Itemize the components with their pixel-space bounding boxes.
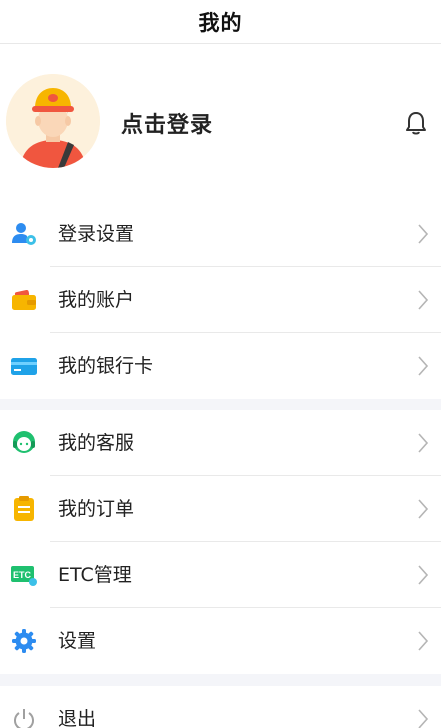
menu-item-my-account[interactable]: 我的账户	[0, 267, 441, 333]
my-page: 我的 点击登录 登录设置 我的账户 我的银行卡 我的客服 我的订单 ETC ET…	[0, 0, 441, 728]
profile-card: 点击登录	[0, 44, 441, 201]
menu-item-label: 我的客服	[58, 432, 135, 454]
chevron-right-icon	[418, 224, 429, 244]
menu-item-settings[interactable]: 设置	[0, 608, 441, 674]
svg-text:ETC: ETC	[13, 570, 32, 580]
menu-item-customer-service[interactable]: 我的客服	[0, 410, 441, 476]
power-icon	[11, 706, 37, 728]
etc-icon: ETC	[11, 562, 37, 588]
menu-item-label: 我的账户	[58, 289, 135, 311]
chevron-right-icon	[418, 433, 429, 453]
menu-item-logout[interactable]: 退出	[0, 686, 441, 728]
bank-card-icon	[11, 353, 37, 379]
chevron-right-icon	[418, 709, 429, 728]
top-bar: 我的	[0, 0, 441, 44]
gear-icon	[11, 628, 37, 654]
avatar-illustration	[6, 74, 100, 168]
menu-item-bank-card[interactable]: 我的银行卡	[0, 333, 441, 399]
order-icon	[11, 496, 37, 522]
menu-item-label: 我的订单	[58, 498, 135, 520]
chevron-right-icon	[418, 565, 429, 585]
menu-item-etc-management[interactable]: ETC ETC管理	[0, 542, 441, 608]
menu-item-label: 我的银行卡	[58, 355, 154, 377]
menu-item-label: 登录设置	[58, 223, 135, 245]
chevron-right-icon	[418, 356, 429, 376]
menu-item-label: ETC管理	[58, 564, 132, 586]
chevron-right-icon	[418, 631, 429, 651]
menu-item-label: 退出	[58, 708, 97, 728]
chevron-right-icon	[418, 290, 429, 310]
wallet-icon	[11, 287, 37, 313]
chevron-right-icon	[418, 499, 429, 519]
page-title: 我的	[198, 10, 243, 35]
user-settings-icon	[11, 221, 37, 247]
menu-item-login-settings[interactable]: 登录设置	[0, 201, 441, 267]
bell-icon[interactable]	[402, 109, 430, 137]
login-link[interactable]: 点击登录	[121, 107, 213, 139]
avatar[interactable]	[6, 74, 100, 168]
menu-group-services: 我的客服 我的订单 ETC ETC管理 设置	[0, 410, 441, 674]
menu-item-label: 设置	[58, 630, 97, 652]
customer-service-icon	[11, 430, 37, 456]
menu-item-my-orders[interactable]: 我的订单	[0, 476, 441, 542]
menu-group-logout: 退出	[0, 686, 441, 728]
menu-group-account: 登录设置 我的账户 我的银行卡	[0, 201, 441, 399]
